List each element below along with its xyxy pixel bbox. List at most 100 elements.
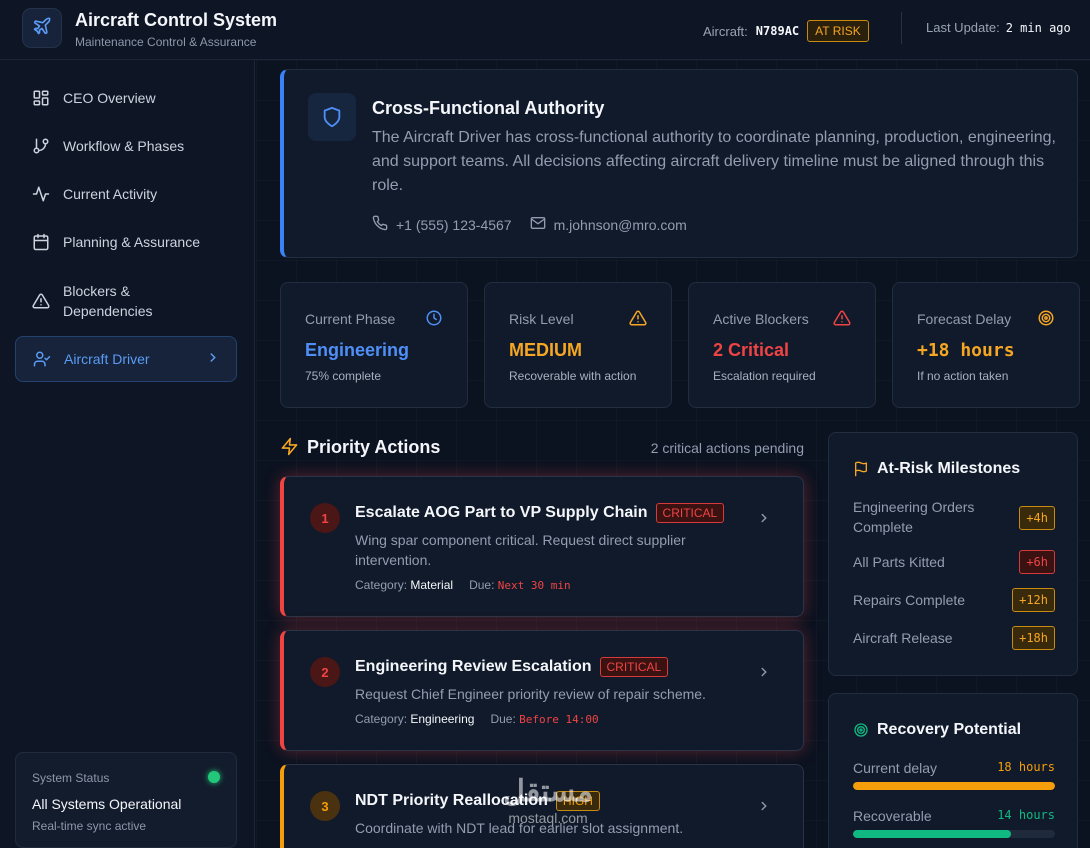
sidebar-item-aircraft-driver[interactable]: Aircraft Driver [15, 336, 237, 382]
progress-bar [853, 782, 1055, 790]
action-number: 3 [310, 791, 340, 821]
system-status-subtitle: Real-time sync active [32, 819, 147, 833]
last-update-value: 2 min ago [1005, 20, 1071, 35]
action-description: Request Chief Engineer priority review o… [355, 686, 706, 702]
plane-icon [32, 16, 52, 41]
sidebar-item-workflow[interactable]: Workflow & Phases [15, 134, 237, 158]
milestone-delay-badge: +18h [1012, 626, 1055, 650]
recovery-label: Recoverable [853, 808, 932, 824]
main-content: Cross-Functional Authority The Aircraft … [256, 60, 1090, 848]
aircraft-indicator: Aircraft: N789AC AT RISK [703, 20, 869, 42]
kpi-active-blockers: Active Blockers 2 Critical Escalation re… [688, 282, 876, 408]
system-status-label: System Status [32, 771, 110, 785]
grid-icon [31, 88, 51, 108]
kpi-risk-level: Risk Level MEDIUM Recoverable with actio… [484, 282, 672, 408]
milestone-row: Aircraft Release +18h [853, 626, 1055, 650]
milestone-label: Engineering Orders Complete [853, 499, 975, 535]
recovery-row: Recoverable 14 hours [853, 808, 1055, 838]
milestone-label: Aircraft Release [853, 630, 953, 646]
chevron-right-icon[interactable] [757, 665, 771, 684]
action-title: Engineering Review Escalation [355, 658, 592, 675]
clock-icon [425, 309, 443, 327]
action-title: Escalate AOG Part to VP Supply Chain [355, 504, 648, 521]
category-label: Category: [355, 578, 408, 592]
kpi-label: Active Blockers [713, 311, 809, 327]
app-subtitle: Maintenance Control & Assurance [75, 35, 257, 49]
sidebar-item-planning[interactable]: Planning & Assurance [15, 230, 237, 254]
user-check-icon [32, 349, 52, 369]
email-contact[interactable]: m.johnson@mro.com [530, 215, 687, 234]
target-icon [1037, 309, 1055, 327]
target-icon [853, 722, 869, 738]
action-meta: Category: Material Due: Next 30 min [355, 578, 571, 592]
sidebar: CEO Overview Workflow & Phases Current A… [0, 60, 255, 848]
system-status-card: System Status All Systems Operational Re… [15, 752, 237, 848]
email-address: m.johnson@mro.com [553, 216, 687, 233]
sidebar-item-ceo-overview[interactable]: CEO Overview [15, 86, 237, 110]
sidebar-item-current-activity[interactable]: Current Activity [15, 182, 237, 206]
phone-contact[interactable]: +1 (555) 123-4567 [372, 215, 512, 234]
sidebar-item-label: CEO Overview [63, 90, 156, 106]
warning-icon [629, 309, 647, 327]
chevron-right-icon [206, 351, 220, 368]
kpi-label: Current Phase [305, 311, 396, 327]
action-title: NDT Priority Reallocation [355, 792, 548, 809]
progress-bar [853, 830, 1055, 838]
phone-icon [372, 215, 388, 234]
due-label: Due: [469, 578, 495, 592]
recovery-row: Current delay 18 hours [853, 760, 1055, 790]
action-card[interactable]: 3 NDT Priority Reallocation HIGH Coordin… [280, 764, 804, 848]
severity-badge: CRITICAL [599, 657, 669, 677]
action-card[interactable]: 2 Engineering Review Escalation CRITICAL… [280, 630, 804, 751]
aircraft-tail-number: N789AC [755, 24, 800, 38]
system-status-title: All Systems Operational [32, 796, 182, 812]
milestone-delay-badge: +12h [1012, 588, 1055, 612]
contact-info: +1 (555) 123-4567 m.johnson@mro.com [372, 215, 687, 234]
severity-badge: HIGH [555, 791, 600, 811]
action-title-row: NDT Priority Reallocation HIGH [355, 791, 600, 811]
category-value: Engineering [410, 712, 475, 726]
milestones-title: At-Risk Milestones [877, 460, 1021, 477]
milestone-delay-badge: +4h [1019, 506, 1055, 530]
kpi-subtext: Escalation required [713, 369, 816, 383]
mail-icon [530, 215, 546, 234]
recovery-value: 18 hours [997, 760, 1055, 774]
warning-icon [31, 291, 51, 311]
due-label: Due: [490, 712, 516, 726]
recovery-title: Recovery Potential [877, 721, 1022, 738]
sidebar-item-label: Current Activity [63, 186, 158, 202]
kpi-value: MEDIUM [509, 340, 582, 360]
branch-icon [31, 136, 51, 156]
progress-fill [853, 782, 1055, 790]
calendar-icon [31, 232, 51, 252]
phone-number: +1 (555) 123-4567 [396, 216, 512, 233]
action-category: Category: Engineering [355, 712, 474, 726]
kpi-subtext: If no action taken [917, 369, 1009, 383]
kpi-value: +18 hours [917, 340, 1015, 361]
authority-description: The Aircraft Driver has cross-functional… [372, 129, 1056, 194]
sidebar-item-label: Planning & Assurance [63, 234, 200, 250]
action-card[interactable]: 1 Escalate AOG Part to VP Supply Chain C… [280, 476, 804, 617]
sidebar-item-blockers[interactable]: Blockers & Dependencies [15, 280, 237, 322]
sidebar-item-label: Workflow & Phases [63, 138, 185, 154]
last-update: Last Update: 2 min ago [926, 20, 1071, 35]
due-value: Before 14:00 [519, 713, 599, 726]
milestone-label: All Parts Kitted [853, 554, 945, 570]
due-value: Next 30 min [497, 579, 571, 592]
aircraft-label: Aircraft: [703, 23, 748, 39]
at-risk-milestones-card: At-Risk Milestones Engineering Orders Co… [828, 432, 1078, 676]
alert-icon [833, 309, 851, 327]
app-logo[interactable] [22, 8, 62, 48]
header-divider [901, 12, 902, 44]
authority-card: Cross-Functional Authority The Aircraft … [280, 69, 1078, 258]
kpi-subtext: 75% complete [305, 369, 382, 383]
status-badge: AT RISK [807, 20, 869, 42]
chevron-right-icon[interactable] [757, 799, 771, 818]
chevron-right-icon[interactable] [757, 511, 771, 530]
milestone-row: Repairs Complete +12h [853, 588, 1055, 612]
category-value: Material [410, 578, 454, 592]
action-number: 2 [310, 657, 340, 687]
app-title: Aircraft Control System [75, 10, 278, 30]
status-indicator-dot [208, 771, 220, 783]
kpi-label: Risk Level [509, 311, 574, 327]
